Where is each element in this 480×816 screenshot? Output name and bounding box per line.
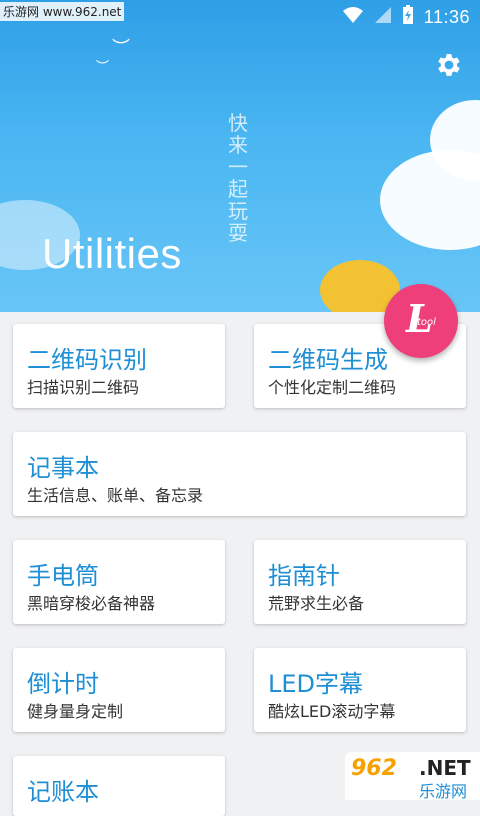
card-flashlight[interactable]: 手电筒 黑暗穿梭必备神器 [13,540,225,624]
slogan-char: 一 [228,155,248,179]
wifi-icon [342,6,364,28]
bird-icon: ︶ [112,38,130,59]
card-subtitle: 黑暗穿梭必备神器 [27,594,156,613]
watermark-logo-net: .NET [419,756,471,780]
slogan-char: 快 [228,111,248,135]
watermark-text: 乐游网 www.962.net [0,2,125,21]
watermark-logo: 962 .NET 乐游网 [345,752,480,801]
watermark-logo-text: 乐游网 [419,782,468,801]
gear-icon[interactable] [434,50,464,80]
clock-time: 11:36 [423,6,470,27]
card-title: 倒计时 [27,670,99,698]
tool-fab-button[interactable]: L tool [384,284,458,358]
card-title: 二维码识别 [27,346,147,374]
card-countdown[interactable]: 倒计时 健身量身定制 [13,648,225,732]
card-title: 二维码生成 [268,346,388,374]
battery-charging-icon [402,5,414,29]
card-subtitle: 荒野求生必备 [268,594,365,613]
card-title: 记账本 [27,778,99,806]
card-title: 手电筒 [27,562,99,590]
slogan-vertical: 快 来 一 起 玩 耍 [225,112,251,244]
card-account-book[interactable]: 记账本 [13,756,225,816]
card-subtitle: 酷炫LED滚动字幕 [268,702,396,721]
slogan-char: 玩 [228,199,248,223]
card-led-subtitle[interactable]: LED字幕 酷炫LED滚动字幕 [254,648,466,732]
card-title: 记事本 [27,454,99,482]
card-subtitle: 个性化定制二维码 [268,378,397,397]
fab-sub: tool [417,317,436,328]
bird-icon: ︶ [96,60,110,75]
card-subtitle: 扫描识别二维码 [27,378,140,397]
card-title: LED字幕 [268,670,364,698]
header-banner: ︶ ︶ 乐游网 www.962.net 11:36 快 来 一 起 玩 耍 Ut… [0,0,480,312]
status-bar: 乐游网 www.962.net 11:36 [0,0,480,32]
card-compass[interactable]: 指南针 荒野求生必备 [254,540,466,624]
card-subtitle: 生活信息、账单、备忘录 [27,486,204,505]
slogan-char: 耍 [228,221,248,245]
card-title: 指南针 [268,562,340,590]
slogan-char: 起 [228,177,248,201]
card-subtitle: 健身量身定制 [27,702,124,721]
card-qr-scan[interactable]: 二维码识别 扫描识别二维码 [13,324,225,408]
card-notepad[interactable]: 记事本 生活信息、账单、备忘录 [13,432,466,516]
watermark-logo-number: 962 [351,756,397,781]
signal-icon [374,6,392,28]
page-title: Utilities [42,230,182,277]
slogan-char: 来 [228,133,248,157]
